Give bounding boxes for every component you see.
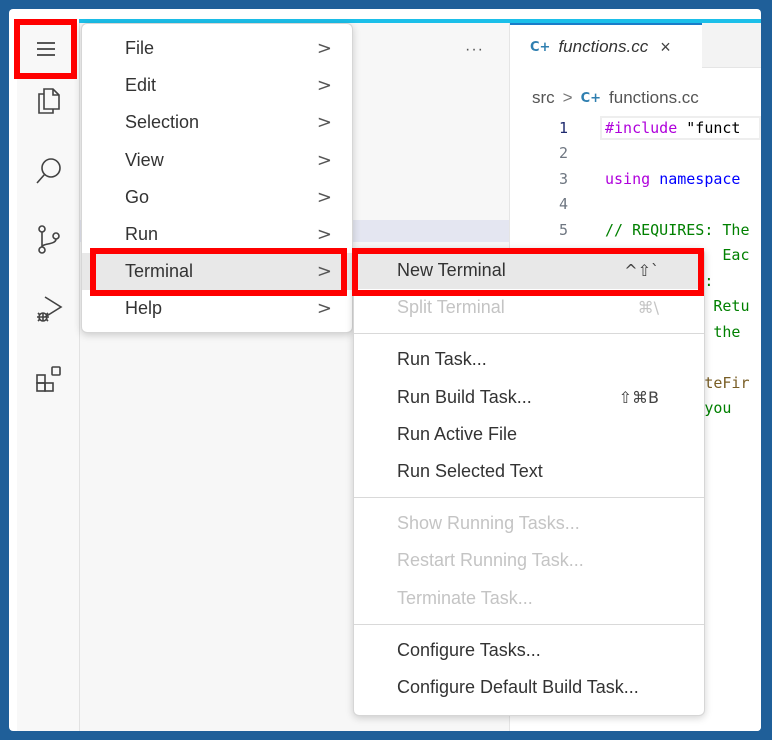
menu-item-label: View bbox=[125, 149, 164, 170]
menu-item-label: File bbox=[125, 38, 155, 59]
search-icon[interactable] bbox=[33, 155, 65, 187]
line-number: 1 bbox=[558, 118, 568, 137]
menu-item-label: Configure Default Build Task... bbox=[397, 676, 639, 697]
terminal-submenu: New Terminal ^⇧` Split Terminal ⌘\ Run Task.… bbox=[353, 248, 705, 716]
menu-item-label: Restart Running Task... bbox=[397, 550, 584, 571]
keyboard-shortcut: ⌘\ bbox=[637, 298, 659, 318]
line-content: #include "funct bbox=[605, 118, 741, 137]
tab-functions-cc[interactable]: C+ functions.cc × bbox=[510, 23, 702, 69]
menu-separator bbox=[354, 497, 704, 499]
application-menu-button[interactable] bbox=[14, 19, 77, 79]
line-number: 2 bbox=[558, 144, 568, 163]
menu-item-label: Show Running Tasks... bbox=[397, 513, 580, 534]
menu-item-label: Run Selected Text bbox=[397, 461, 543, 482]
activity-bar bbox=[17, 23, 79, 731]
run-debug-icon[interactable] bbox=[33, 293, 65, 325]
vscode-window: ··· C+ functions.cc × src > C+ functions… bbox=[9, 9, 761, 731]
code-line[interactable]: 3 using namespace bbox=[510, 166, 761, 192]
line-number: 4 bbox=[558, 195, 568, 214]
menu-item-terminate-task: Terminate Task... bbox=[354, 580, 704, 617]
menu-item-restart-running-task: Restart Running Task... bbox=[354, 542, 704, 579]
more-actions-button[interactable]: ··· bbox=[465, 41, 484, 59]
tab-bar: C+ functions.cc × bbox=[510, 23, 761, 69]
menu-item-label: Run Task... bbox=[397, 349, 487, 370]
cpp-file-icon: C+ bbox=[530, 39, 551, 55]
line-content: using namespace bbox=[605, 169, 741, 188]
menu-item-label: New Terminal bbox=[397, 260, 506, 281]
code-line[interactable]: 1 #include "funct bbox=[510, 115, 761, 141]
hamburger-menu-icon bbox=[36, 42, 55, 56]
menu-item-file[interactable]: File > bbox=[82, 30, 352, 67]
menu-item-label: Run Build Task... bbox=[397, 386, 532, 407]
menu-item-label: Help bbox=[125, 298, 163, 319]
source-control-icon[interactable] bbox=[33, 223, 65, 255]
menu-item-new-terminal[interactable]: New Terminal ^⇧` bbox=[354, 252, 704, 290]
chevron-right-icon: > bbox=[316, 112, 332, 134]
menu-item-show-running-tasks: Show Running Tasks... bbox=[354, 505, 704, 542]
menu-item-help[interactable]: Help > bbox=[82, 290, 352, 327]
menu-item-run-task[interactable]: Run Task... bbox=[354, 341, 704, 378]
keyboard-shortcut: ^⇧` bbox=[624, 261, 659, 281]
menu-separator bbox=[354, 333, 704, 335]
chevron-right-icon: > bbox=[316, 149, 332, 171]
menu-item-configure-default-build-task[interactable]: Configure Default Build Task... bbox=[354, 669, 704, 706]
close-icon[interactable]: × bbox=[660, 37, 671, 58]
menu-item-label: Configure Tasks... bbox=[397, 639, 541, 660]
breadcrumb-folder[interactable]: src bbox=[532, 88, 555, 108]
menu-item-label: Split Terminal bbox=[397, 297, 505, 318]
menu-item-selection[interactable]: Selection > bbox=[82, 104, 352, 141]
code-line[interactable]: 2 bbox=[510, 141, 761, 167]
chevron-right-icon: > bbox=[316, 75, 332, 97]
extensions-icon[interactable] bbox=[33, 363, 65, 395]
menu-item-terminal[interactable]: Terminal > bbox=[82, 253, 352, 291]
menu-item-edit[interactable]: Edit > bbox=[82, 67, 352, 104]
menu-item-label: Terminate Task... bbox=[397, 587, 533, 608]
menu-item-go[interactable]: Go > bbox=[82, 179, 352, 216]
chevron-right-icon: > bbox=[316, 261, 332, 283]
code-line[interactable]: 4 bbox=[510, 192, 761, 218]
breadcrumb: src > C+ functions.cc bbox=[532, 88, 699, 108]
menu-item-split-terminal: Split Terminal ⌘\ bbox=[354, 289, 704, 326]
menu-item-label: Edit bbox=[125, 75, 157, 96]
menu-item-label: Go bbox=[125, 186, 150, 207]
menu-item-label: Run Active File bbox=[397, 423, 518, 444]
menu-item-label: Run bbox=[125, 224, 159, 245]
menu-item-run-selected-text[interactable]: Run Selected Text bbox=[354, 453, 704, 490]
menu-item-label: Selection bbox=[125, 112, 200, 133]
application-menu: File > Edit > Selection > View > Go > Run > Terminal… bbox=[81, 23, 353, 333]
tab-label: functions.cc bbox=[558, 37, 649, 56]
line-content: // REQUIRES: The bbox=[605, 220, 750, 239]
code-line[interactable]: 5 // REQUIRES: The bbox=[510, 217, 761, 243]
menu-separator bbox=[354, 623, 704, 625]
files-icon[interactable] bbox=[33, 85, 65, 117]
chevron-right-icon: > bbox=[316, 186, 332, 208]
menu-item-label: Terminal bbox=[125, 261, 194, 282]
cpp-file-icon: C+ bbox=[580, 90, 602, 106]
line-number: 3 bbox=[558, 169, 568, 188]
menu-item-view[interactable]: View > bbox=[82, 142, 352, 179]
chevron-right-icon: > bbox=[562, 88, 573, 107]
chevron-right-icon: > bbox=[316, 298, 332, 320]
menu-item-run-build-task[interactable]: Run Build Task... ⇧⌘B bbox=[354, 379, 704, 416]
line-number: 5 bbox=[558, 220, 568, 239]
keyboard-shortcut: ⇧⌘B bbox=[618, 387, 659, 407]
menu-item-run-active-file[interactable]: Run Active File bbox=[354, 416, 704, 453]
breadcrumb-file[interactable]: functions.cc bbox=[609, 88, 699, 108]
menu-item-configure-tasks[interactable]: Configure Tasks... bbox=[354, 632, 704, 669]
menu-item-run[interactable]: Run > bbox=[82, 216, 352, 253]
chevron-right-icon: > bbox=[316, 224, 332, 246]
chevron-right-icon: > bbox=[316, 38, 332, 60]
